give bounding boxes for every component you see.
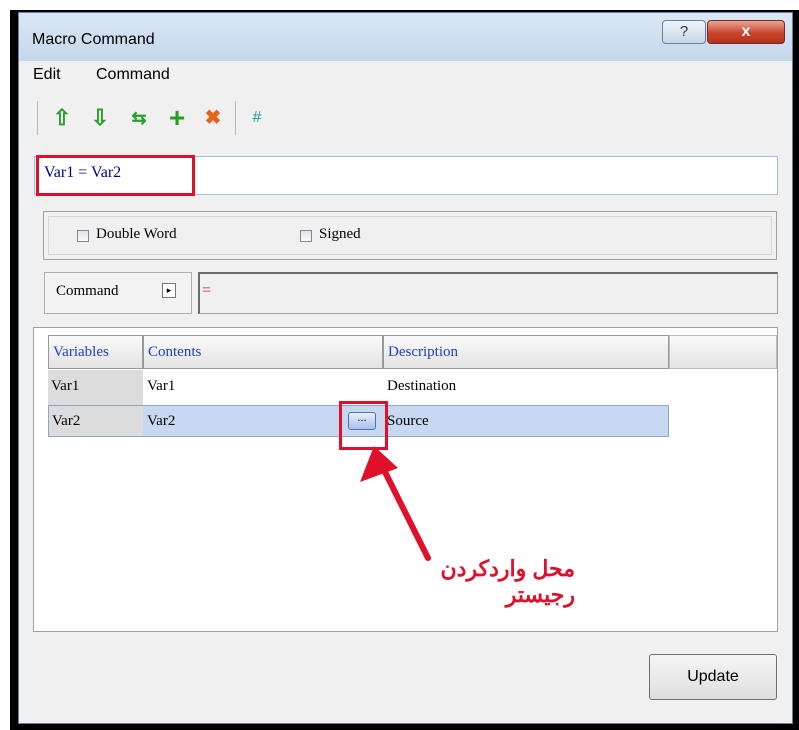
command-value: = [202,282,212,299]
command-arrow-icon[interactable]: ▸ [162,283,176,298]
signed-checkbox[interactable] [300,230,312,242]
annotation-arrow-icon [360,446,431,561]
annotation-label: محل واردکردن رجیستر [440,556,575,607]
add-icon[interactable]: + [164,104,190,132]
row-description-cell: Destination [387,378,457,394]
row-contents-cell[interactable]: Var2 [144,406,344,436]
double-word-checkbox[interactable] [77,230,89,242]
hash-icon[interactable]: # [244,104,270,132]
double-word-label: Double Word [96,226,177,242]
help-button[interactable]: ? [662,20,706,44]
column-header-contents[interactable]: Contents [143,335,383,369]
toolbar-separator [37,101,38,135]
command-label: Command [56,283,119,299]
column-header-filler [669,335,777,369]
row-variable-cell: Var1 [48,370,143,405]
menu-command[interactable]: Command [96,66,170,84]
signed-label: Signed [319,226,361,242]
update-button[interactable]: Update [649,654,777,700]
column-header-variables[interactable]: Variables [48,335,143,369]
row-description-cell: Source [387,413,429,429]
toolbar-separator [235,101,236,135]
row-variable-cell: Var2 [49,406,143,436]
move-down-icon[interactable]: ⇩ [87,104,113,132]
swap-icon[interactable]: ⇆ [126,104,152,132]
row-contents-cell[interactable]: Var1 [144,370,382,405]
command-field[interactable] [198,272,778,314]
move-up-icon[interactable]: ⇧ [49,104,75,132]
window-title: Macro Command [32,31,155,48]
expression-highlight-box [36,155,195,196]
delete-icon[interactable]: ✖ [200,104,226,132]
column-header-description[interactable]: Description [383,335,669,369]
close-button[interactable]: x [707,20,785,44]
menu-edit[interactable]: Edit [33,66,61,84]
